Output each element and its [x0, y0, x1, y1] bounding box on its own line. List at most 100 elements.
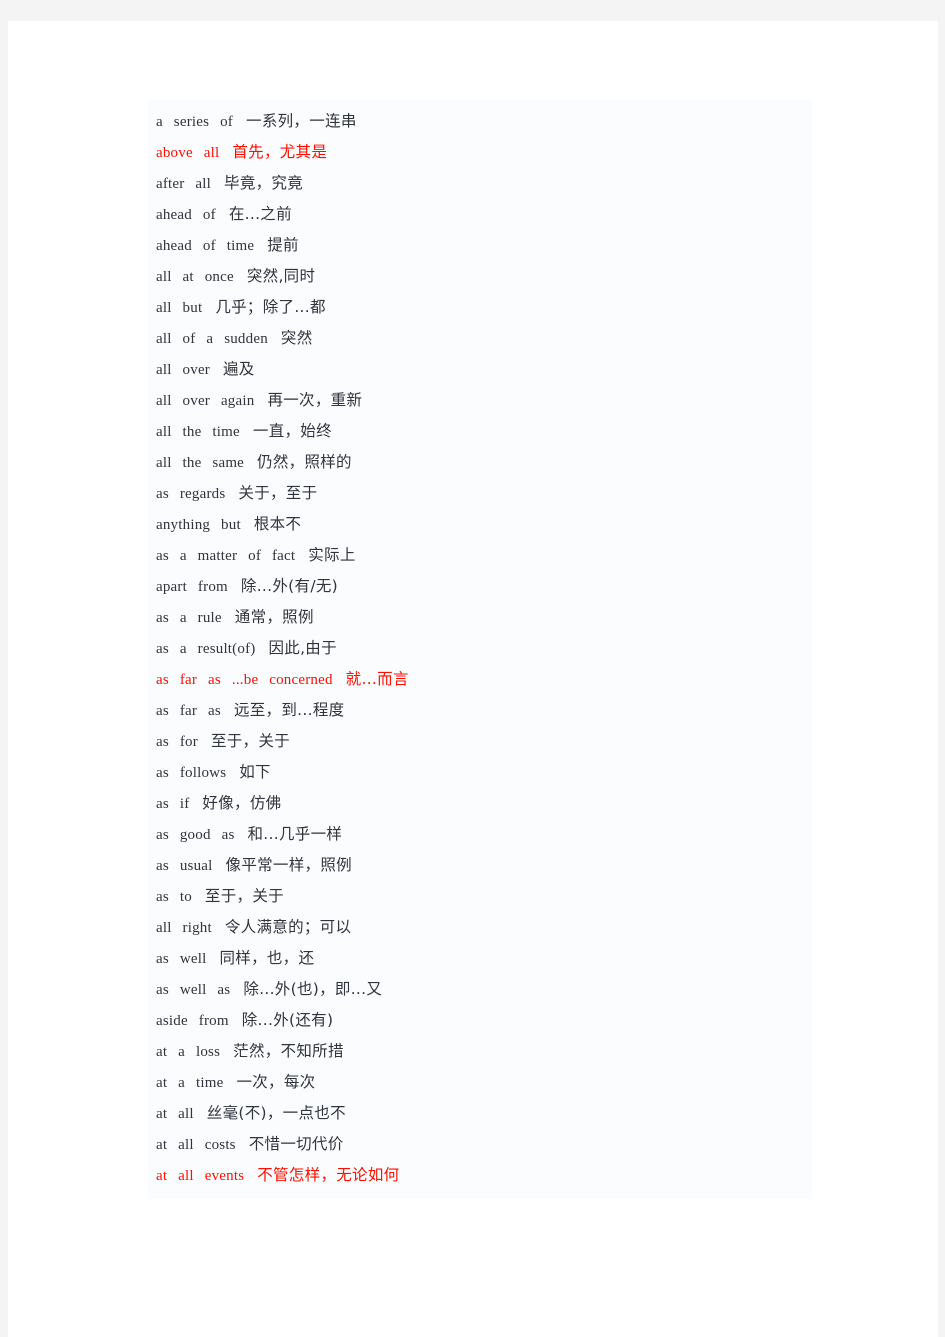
phrase-row: as well as 除...外(也)，即...又	[148, 974, 812, 1005]
phrase-english: all right	[156, 920, 212, 936]
document-page-sheet: a series of 一系列，一连串 above all 首先，尤其是 after a…	[8, 21, 938, 1337]
phrase-english: as good as	[156, 827, 235, 843]
phrase-english: at all events	[156, 1168, 245, 1184]
phrase-english: as well as	[156, 982, 231, 998]
phrase-english: a series of	[156, 114, 234, 130]
phrase-row: ahead of time 提前	[148, 230, 812, 261]
phrase-chinese-gloss: 像平常一样，照例	[225, 856, 352, 874]
phrase-row: at all costs 不惜一切代价	[148, 1129, 812, 1160]
phrase-row: as good as 和...几乎一样	[148, 819, 812, 850]
phrase-chinese-gloss: 一次，每次	[236, 1073, 316, 1091]
phrase-chinese-gloss: 丝毫(不)，一点也不	[206, 1104, 346, 1122]
phrase-row: all over again 再一次，重新	[148, 385, 812, 416]
phrase-english: as follows	[156, 765, 227, 781]
phrase-chinese-gloss: 一直，始终	[252, 422, 332, 440]
phrase-english: as a result(of)	[156, 641, 256, 657]
phrase-english: as if	[156, 796, 190, 812]
phrase-row: as a result(of) 因此,由于	[148, 633, 812, 664]
phrase-english: as a rule	[156, 610, 222, 626]
phrase-chinese-gloss: 不管怎样，无论如何	[257, 1166, 400, 1184]
phrase-chinese-gloss: 再一次，重新	[267, 391, 363, 409]
phrase-row: above all 首先，尤其是	[148, 137, 812, 168]
phrase-english: all but	[156, 300, 203, 316]
phrase-row: all at once 突然,同时	[148, 261, 812, 292]
phrase-english: all over again	[156, 393, 255, 409]
phrase-english: as far as	[156, 703, 221, 719]
phrase-row: as a rule 通常，照例	[148, 602, 812, 633]
phrase-row: all over 遍及	[148, 354, 812, 385]
phrase-row: apart from 除...外(有/无)	[148, 571, 812, 602]
phrase-english: at a time	[156, 1075, 224, 1091]
phrase-chinese-gloss: 至于，关于	[204, 887, 284, 905]
phrase-english: at all costs	[156, 1137, 236, 1153]
phrase-chinese-gloss: 同样，也，还	[219, 949, 315, 967]
phrase-row: as if 好像，仿佛	[148, 788, 812, 819]
phrase-english: all at once	[156, 269, 234, 285]
phrase-english: all the time	[156, 424, 240, 440]
phrase-row: a series of 一系列，一连串	[148, 106, 812, 137]
phrase-chinese-gloss: 毕竟，究竟	[224, 174, 304, 192]
phrase-chinese-gloss: 因此,由于	[268, 639, 337, 657]
phrase-row: aside from 除...外(还有)	[148, 1005, 812, 1036]
phrase-english: at all	[156, 1106, 194, 1122]
phrase-chinese-gloss: 根本不	[253, 515, 302, 533]
phrase-chinese-gloss: 一系列，一连串	[246, 112, 357, 130]
phrase-english: all of a sudden	[156, 331, 268, 347]
phrase-row: as far as ...be concerned 就...而言	[148, 664, 812, 695]
phrase-english: as a matter of fact	[156, 548, 296, 564]
phrase-row: all the same 仍然，照样的	[148, 447, 812, 478]
phrase-english: ahead of time	[156, 238, 255, 254]
phrase-chinese-gloss: 远至，到...程度	[233, 701, 345, 719]
phrase-chinese-gloss: 好像，仿佛	[202, 794, 282, 812]
phrase-chinese-gloss: 仍然，照样的	[257, 453, 352, 471]
phrase-chinese-gloss: 实际上	[308, 546, 356, 564]
phrase-english: all over	[156, 362, 210, 378]
phrase-chinese-gloss: 茫然，不知所措	[233, 1042, 344, 1060]
phrase-english: ahead of	[156, 207, 216, 223]
phrase-chinese-gloss: 和...几乎一样	[247, 825, 343, 843]
phrase-english: as well	[156, 951, 207, 967]
phrase-chinese-gloss: 就...而言	[345, 670, 409, 688]
phrase-row: at a loss 茫然，不知所措	[148, 1036, 812, 1067]
phrase-english: as to	[156, 889, 192, 905]
phrase-chinese-gloss: 突然,同时	[246, 267, 316, 285]
phrase-row: as follows 如下	[148, 757, 812, 788]
phrase-row: after all 毕竟，究竟	[148, 168, 812, 199]
phrase-chinese-gloss: 在...之前	[228, 205, 292, 223]
phrase-row: as usual 像平常一样，照例	[148, 850, 812, 881]
phrase-chinese-gloss: 如下	[239, 763, 271, 781]
phrase-chinese-gloss: 首先，尤其是	[232, 143, 328, 161]
phrase-row: anything but 根本不	[148, 509, 812, 540]
phrase-chinese-gloss: 提前	[267, 236, 299, 254]
phrase-chinese-gloss: 不惜一切代价	[248, 1135, 344, 1153]
phrase-english: apart from	[156, 579, 228, 595]
phrase-row: as a matter of fact 实际上	[148, 540, 812, 571]
phrase-english: anything but	[156, 517, 241, 533]
phrase-row: all but 几乎；除了...都	[148, 292, 812, 323]
phrase-chinese-gloss: 几乎；除了...都	[215, 298, 326, 316]
phrase-row: all the time 一直，始终	[148, 416, 812, 447]
phrase-chinese-gloss: 除...外(有/无)	[240, 577, 338, 595]
phrase-row: as well 同样，也，还	[148, 943, 812, 974]
phrase-chinese-gloss: 至于，关于	[210, 732, 290, 750]
phrase-row: at all events 不管怎样，无论如何	[148, 1160, 812, 1191]
phrase-row: all right 令人满意的；可以	[148, 912, 812, 943]
phrase-row: ahead of 在...之前	[148, 199, 812, 230]
phrase-chinese-gloss: 遍及	[223, 360, 255, 378]
phrase-chinese-gloss: 关于，至于	[238, 484, 318, 502]
phrase-row: as far as 远至，到...程度	[148, 695, 812, 726]
phrase-english: as for	[156, 734, 198, 750]
phrase-chinese-gloss: 突然	[280, 329, 313, 347]
phrase-english: above all	[156, 145, 220, 161]
phrase-row: as regards 关于，至于	[148, 478, 812, 509]
phrase-english: aside from	[156, 1013, 229, 1029]
phrase-english: after all	[156, 176, 212, 192]
phrase-row: all of a sudden 突然	[148, 323, 812, 354]
phrase-english: as far as ...be concerned	[156, 672, 333, 688]
phrase-english: as usual	[156, 858, 213, 874]
phrase-chinese-gloss: 令人满意的；可以	[224, 918, 352, 936]
phrase-row: as for 至于，关于	[148, 726, 812, 757]
phrase-english: at a loss	[156, 1044, 221, 1060]
phrase-row: as to 至于，关于	[148, 881, 812, 912]
phrase-english: all the same	[156, 455, 245, 471]
